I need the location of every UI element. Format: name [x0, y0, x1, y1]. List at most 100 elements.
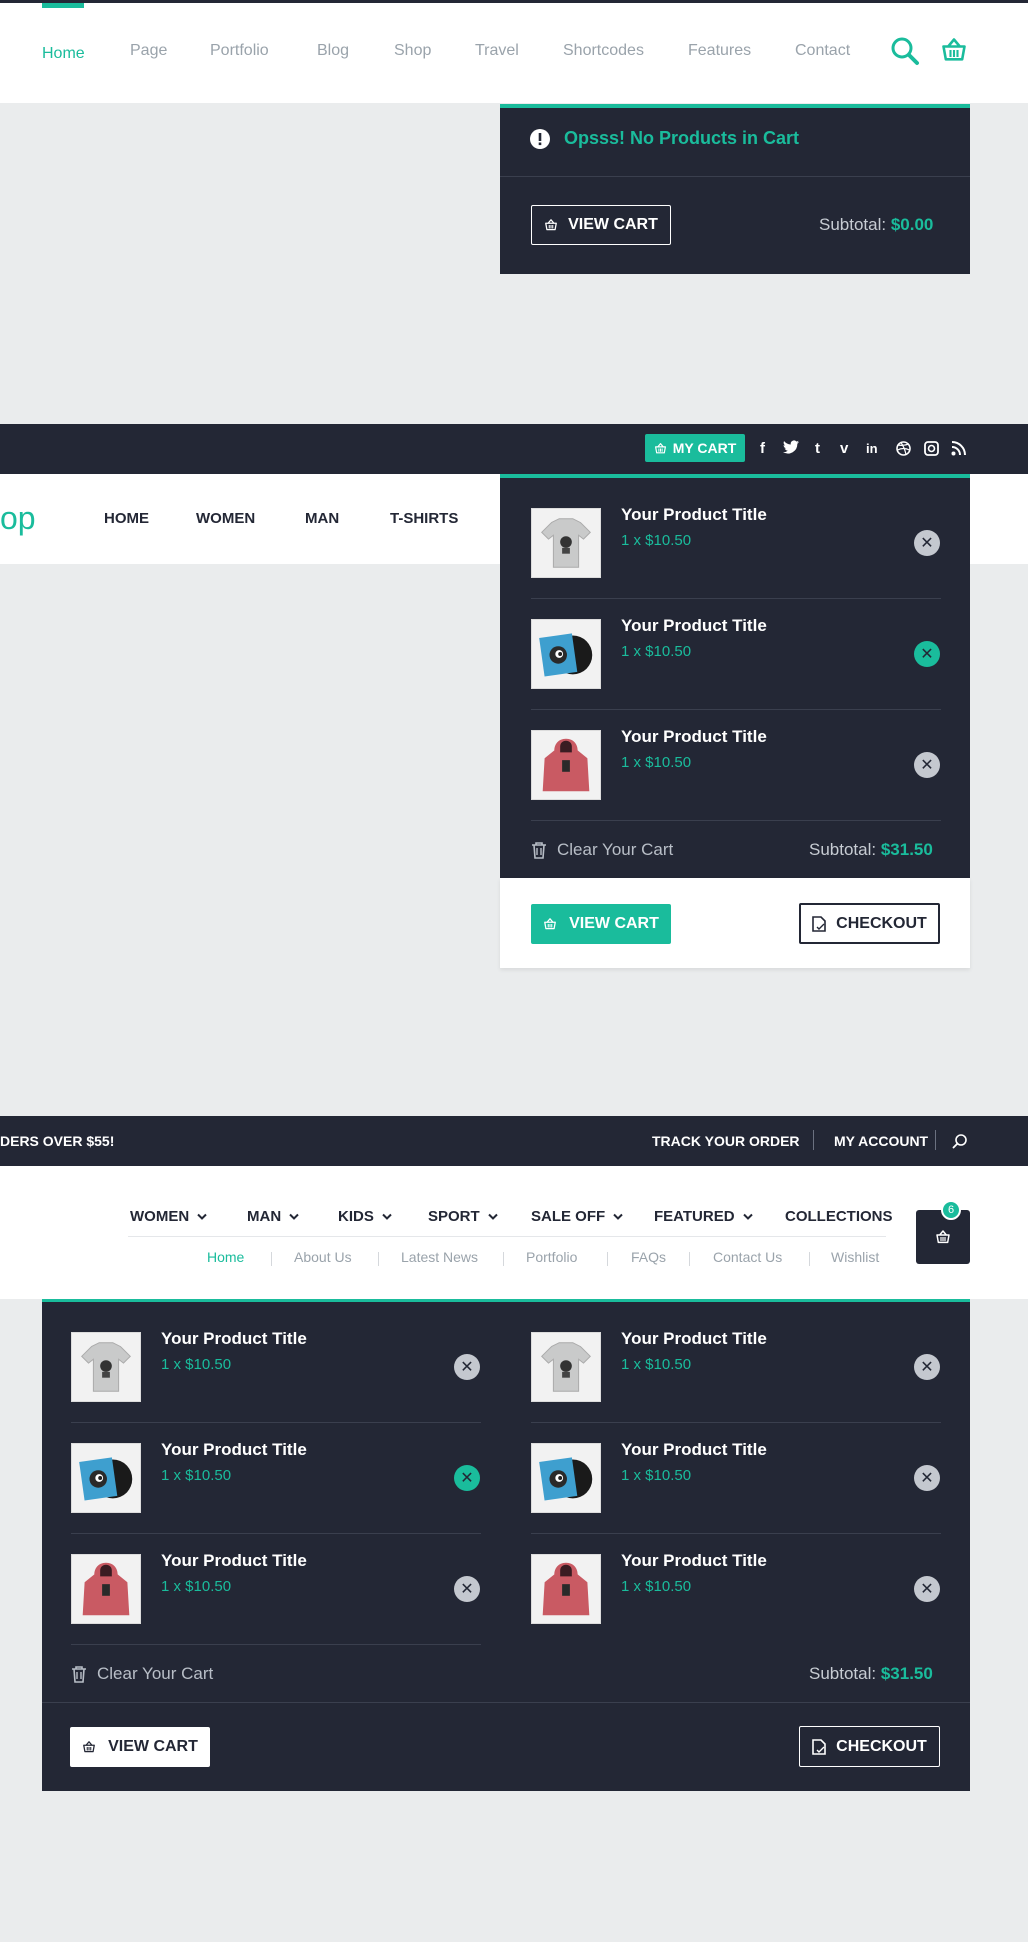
subtotal-value: $31.50 — [880, 1664, 933, 1683]
product-thumb-tshirt[interactable] — [531, 1332, 601, 1402]
remove-item-button[interactable]: ✕ — [454, 1576, 480, 1602]
cart-toggle-button[interactable] — [916, 1210, 970, 1264]
divider — [531, 1422, 941, 1423]
divider — [531, 709, 941, 710]
nav-sale-off[interactable]: SALE OFF — [531, 1208, 623, 1225]
nav-featured[interactable]: FEATURED — [654, 1208, 753, 1225]
product-thumb-tshirt[interactable] — [531, 508, 601, 578]
product-title[interactable]: Your Product Title — [161, 1440, 307, 1460]
vimeo-icon[interactable]: v — [840, 440, 848, 457]
product-title[interactable]: Your Product Title — [621, 1440, 767, 1460]
cart-count-badge: 6 — [941, 1200, 961, 1220]
remove-item-button[interactable]: ✕ — [914, 752, 940, 778]
search-icon[interactable] — [890, 36, 920, 66]
my-cart-button[interactable]: MY CART — [645, 434, 745, 462]
nav-travel[interactable]: Travel — [475, 42, 519, 60]
subtotal: Subtotal: $31.50 — [809, 840, 933, 860]
product-title[interactable]: Your Product Title — [621, 505, 767, 525]
product-thumb-hoodie[interactable] — [531, 1554, 601, 1624]
product-price: 1 x $10.50 — [161, 1467, 232, 1484]
subtotal-value: $31.50 — [880, 840, 933, 859]
track-order-link[interactable]: TRACK YOUR ORDER — [652, 1133, 800, 1149]
subnav-faqs[interactable]: FAQs — [631, 1249, 666, 1265]
subtotal-value: $0.00 — [890, 215, 934, 234]
linkedin-icon[interactable]: in — [866, 441, 878, 456]
subnav-home[interactable]: Home — [207, 1249, 244, 1265]
nav-women[interactable]: WOMEN — [130, 1208, 207, 1225]
product-thumb-vinyl[interactable] — [531, 1443, 601, 1513]
nav-home[interactable]: HOME — [104, 510, 149, 527]
view-cart-button[interactable]: VIEW CART — [531, 205, 671, 245]
nav-page[interactable]: Page — [130, 42, 167, 60]
logo-fragment[interactable]: op — [0, 500, 36, 537]
product-title[interactable]: Your Product Title — [161, 1551, 307, 1571]
search-icon[interactable] — [952, 1133, 968, 1149]
remove-item-button[interactable]: ✕ — [914, 641, 940, 667]
checkout-button[interactable]: CHECKOUT — [799, 1726, 940, 1767]
subnav-contact-us[interactable]: Contact Us — [713, 1249, 782, 1265]
nav-sport[interactable]: SPORT — [428, 1208, 498, 1225]
product-title[interactable]: Your Product Title — [621, 1551, 767, 1571]
facebook-icon[interactable]: f — [760, 440, 765, 457]
subnav-about-us[interactable]: About Us — [294, 1249, 352, 1265]
remove-item-button[interactable]: ✕ — [454, 1465, 480, 1491]
checkout-button[interactable]: CHECKOUT — [799, 903, 940, 944]
nav-man[interactable]: MAN — [247, 1208, 299, 1225]
nav-women[interactable]: WOMEN — [196, 510, 255, 527]
product-thumb-hoodie[interactable] — [71, 1554, 141, 1624]
divider — [378, 1252, 379, 1266]
product-title[interactable]: Your Product Title — [621, 1329, 767, 1349]
checkout-icon — [812, 1738, 826, 1755]
product-title[interactable]: Your Product Title — [621, 727, 767, 747]
subnav-latest-news[interactable]: Latest News — [401, 1249, 478, 1265]
chevron-down-icon — [487, 1213, 498, 1221]
clear-cart-link[interactable]: Clear Your Cart — [71, 1664, 213, 1684]
nav-features[interactable]: Features — [688, 42, 751, 60]
instagram-icon[interactable] — [924, 441, 939, 456]
nav-portfolio[interactable]: Portfolio — [210, 42, 269, 60]
trash-icon — [71, 1665, 87, 1683]
clear-cart-link[interactable]: Clear Your Cart — [531, 840, 673, 860]
product-thumb-tshirt[interactable] — [71, 1332, 141, 1402]
rss-icon[interactable] — [951, 441, 966, 456]
product-price: 1 x $10.50 — [621, 1578, 692, 1595]
nav-contact[interactable]: Contact — [795, 42, 850, 60]
remove-item-button[interactable]: ✕ — [914, 1465, 940, 1491]
dribbble-icon[interactable] — [896, 441, 911, 456]
nav-label: COLLECTIONS — [785, 1208, 893, 1225]
product-thumb-vinyl[interactable] — [531, 619, 601, 689]
header-2-right — [970, 474, 1028, 564]
remove-item-button[interactable]: ✕ — [914, 1576, 940, 1602]
product-thumb-vinyl[interactable] — [71, 1443, 141, 1513]
my-account-link[interactable]: MY ACCOUNT — [834, 1133, 928, 1149]
product-thumb-hoodie[interactable] — [531, 730, 601, 800]
remove-item-button[interactable]: ✕ — [454, 1354, 480, 1380]
subnav-wishlist[interactable]: Wishlist — [831, 1249, 879, 1265]
subnav-portfolio[interactable]: Portfolio — [526, 1249, 577, 1265]
nav-shop[interactable]: Shop — [394, 42, 431, 60]
nav-shortcodes[interactable]: Shortcodes — [563, 42, 644, 60]
product-title[interactable]: Your Product Title — [161, 1329, 307, 1349]
remove-item-button[interactable]: ✕ — [914, 530, 940, 556]
nav-collections[interactable]: COLLECTIONS — [785, 1208, 893, 1225]
twitter-icon[interactable] — [783, 440, 799, 454]
tumblr-icon[interactable]: t — [815, 440, 820, 457]
nav-label: WOMEN — [130, 1208, 190, 1225]
promo-text: DERS OVER $55! — [0, 1133, 115, 1149]
basket-icon — [82, 1740, 96, 1754]
chevron-down-icon — [197, 1213, 207, 1221]
subtotal-label: Subtotal: — [809, 840, 877, 859]
nav-blog[interactable]: Blog — [317, 42, 349, 60]
nav-kids[interactable]: KIDS — [338, 1208, 392, 1225]
product-title[interactable]: Your Product Title — [621, 616, 767, 636]
nav-tshirts[interactable]: T-SHIRTS — [390, 510, 458, 527]
cart-icon[interactable] — [940, 36, 968, 64]
nav-man[interactable]: MAN — [305, 510, 339, 527]
view-cart-button[interactable]: VIEW CART — [70, 1727, 210, 1767]
subtotal: Subtotal: $31.50 — [809, 1664, 933, 1684]
remove-item-button[interactable]: ✕ — [914, 1354, 940, 1380]
nav-home[interactable]: Home — [42, 42, 85, 66]
subtotal-label: Subtotal: — [809, 1664, 877, 1683]
view-cart-button[interactable]: VIEW CART — [531, 904, 671, 944]
divider — [813, 1130, 814, 1150]
